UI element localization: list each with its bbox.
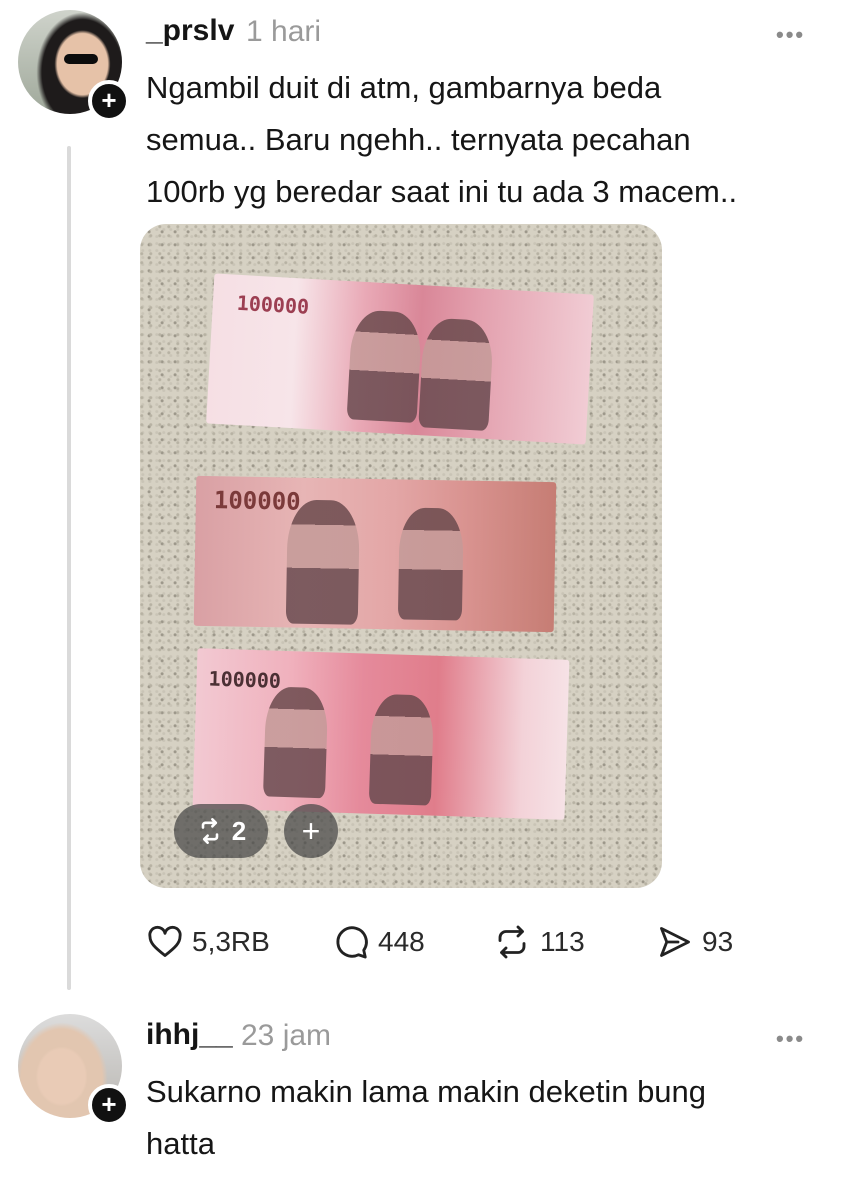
banknote-portrait — [418, 317, 495, 432]
share-count: 93 — [702, 926, 734, 957]
more-icon[interactable]: ••• — [776, 1026, 805, 1052]
banknote-image: 100000 — [193, 475, 557, 633]
banknote-denomination: 100000 — [236, 290, 310, 319]
heart-icon — [148, 925, 182, 957]
like-button[interactable]: 5,3RB — [146, 924, 270, 960]
post-username[interactable]: _prslv — [146, 14, 234, 48]
post-time: 23 jam — [241, 1019, 332, 1052]
post-time: 1 hari — [246, 15, 322, 48]
share-icon — [660, 927, 690, 957]
more-icon[interactable]: ••• — [776, 22, 805, 48]
reply-count: 448 — [378, 926, 425, 957]
banknote-image: 100000 — [192, 648, 570, 820]
thread-connector-line — [67, 146, 71, 990]
reply-button[interactable]: 448 — [332, 924, 425, 960]
repost-button[interactable]: 113 — [492, 924, 585, 960]
avatar-detail — [64, 54, 98, 64]
banknote-portrait — [262, 686, 329, 799]
repost-icon — [201, 818, 219, 844]
photo-add-button[interactable]: + — [284, 804, 338, 858]
post-username[interactable]: ihhj__ — [146, 1018, 233, 1052]
comment-icon — [336, 926, 368, 959]
photo-repost-button[interactable]: 2 — [174, 804, 268, 858]
photo-repost-count: 2 — [231, 815, 247, 846]
repost-count: 113 — [540, 926, 585, 957]
banknote-image: 100000 — [206, 273, 594, 445]
banknote-portrait — [285, 499, 360, 625]
post-photo[interactable]: 100000 100000 100000 2 + — [140, 224, 662, 888]
repost-icon — [498, 925, 526, 959]
follow-plus-icon[interactable]: + — [88, 1084, 130, 1126]
banknote-denomination: 100000 — [208, 666, 282, 693]
banknote-denomination: 100000 — [213, 486, 301, 516]
follow-plus-icon[interactable]: + — [88, 80, 130, 122]
post-text: Ngambil duit di atm, gambarnya beda semu… — [146, 70, 738, 209]
banknote-portrait — [397, 507, 464, 621]
banknote-portrait — [368, 693, 435, 806]
post-actions: 5,3RB 448 113 93 — [146, 924, 786, 974]
banknote-portrait — [346, 309, 423, 424]
post-text: Sukarno makin lama makin deketin bung ha… — [146, 1074, 707, 1161]
like-count: 5,3RB — [192, 926, 270, 957]
share-button[interactable]: 93 — [656, 924, 733, 960]
